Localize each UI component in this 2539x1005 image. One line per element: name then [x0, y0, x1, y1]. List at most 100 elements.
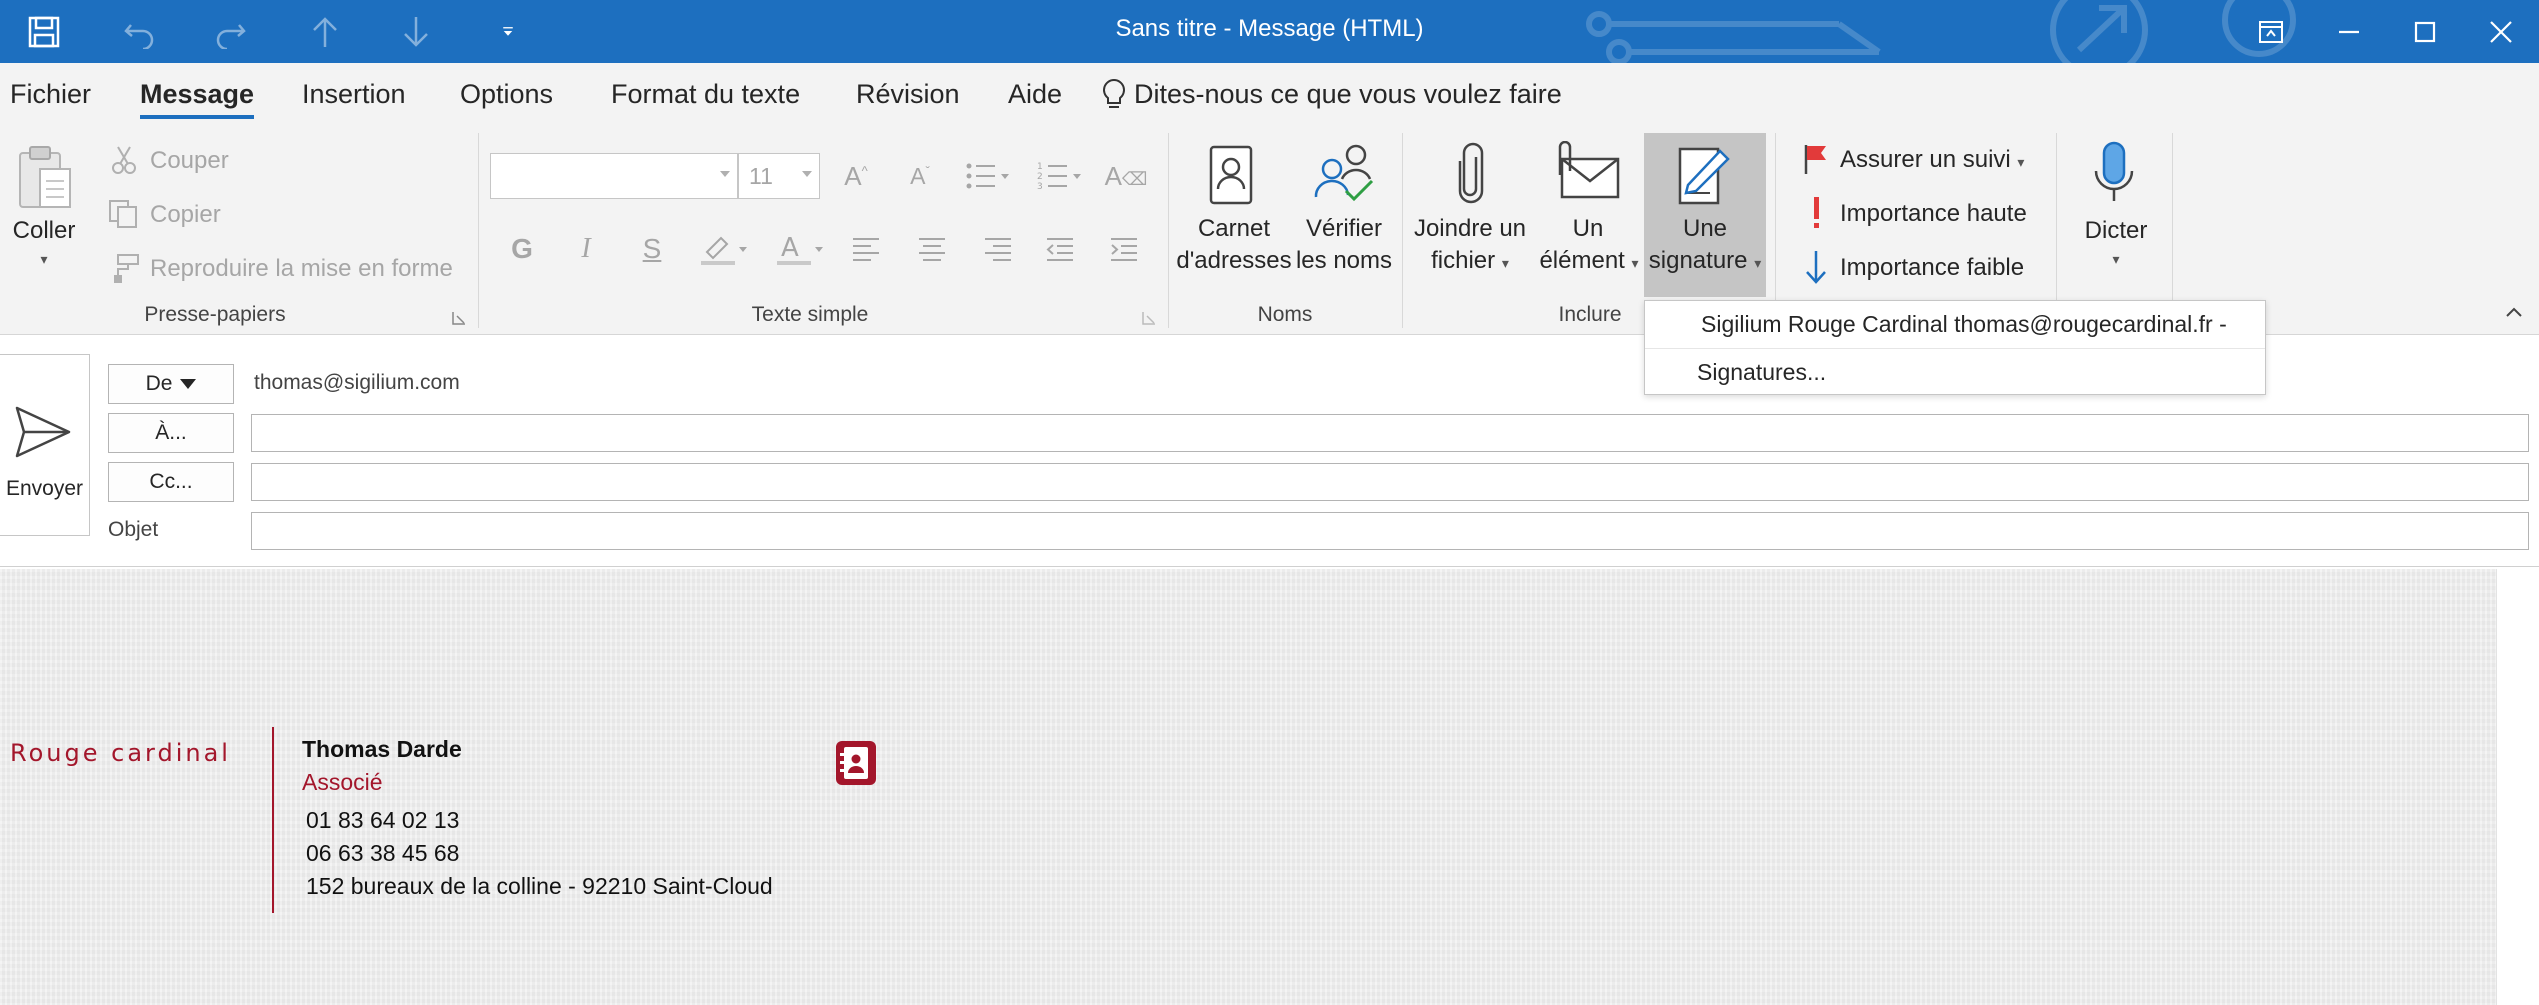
underline-button[interactable]: S [632, 229, 672, 269]
bold-button[interactable]: G [502, 229, 542, 269]
tab-fichier[interactable]: Fichier [10, 63, 91, 125]
envelope-icon [1550, 141, 1622, 203]
signature-phone-2: 06 63 38 45 68 [306, 840, 460, 866]
message-body[interactable]: Rouge cardinal Thomas Darde Associé 01 8… [0, 566, 2539, 1005]
dropdown-triangle-icon [180, 379, 197, 390]
close-button[interactable] [2462, 0, 2539, 63]
attach-file-label-2: fichier ▾ [1431, 247, 1509, 274]
vcard-icon[interactable] [836, 741, 876, 785]
dictate-label: Dicter [2084, 217, 2148, 244]
address-book-icon [1207, 143, 1257, 207]
clipboard-icon [19, 146, 71, 208]
vertical-scrollbar[interactable] [2496, 569, 2539, 1005]
cc-button[interactable]: Cc... [108, 462, 234, 502]
decrease-indent-icon [1046, 238, 1073, 261]
grow-font-icon: A^ [844, 160, 868, 191]
tab-options[interactable]: Options [460, 63, 553, 125]
italic-button[interactable]: I [566, 229, 606, 269]
scissors-icon [110, 145, 138, 175]
send-label: Envoyer [5, 477, 84, 500]
increase-indent-icon [1111, 238, 1137, 261]
svg-text:3: 3 [1037, 182, 1043, 192]
copy-button[interactable]: Copier [150, 201, 221, 229]
shrink-font-icon: Aˇ [910, 162, 930, 189]
bullets-button[interactable] [960, 156, 1016, 196]
paste-button[interactable] [14, 143, 76, 213]
address-book-label-1: Carnet [1197, 215, 1271, 242]
numbering-button[interactable]: 123 [1032, 156, 1088, 196]
chevron-down-icon [802, 171, 812, 177]
title-bar: Sans titre - Message (HTML) [0, 0, 2539, 63]
exclamation-icon [1806, 195, 1826, 231]
minimize-icon [2339, 30, 2359, 33]
font-size-value: 11 [749, 163, 773, 189]
shrink-font-button[interactable]: Aˇ [900, 156, 940, 196]
group-separator [1402, 133, 1403, 328]
arrow-down-icon [1804, 249, 1828, 285]
tab-insertion[interactable]: Insertion [302, 63, 406, 125]
numbered-list-icon: 123 [1037, 162, 1081, 192]
tell-me-text: Dites-nous ce que vous voulez faire [1134, 78, 1562, 109]
minimize-button[interactable] [2310, 0, 2388, 63]
dialog-launcher-icon[interactable] [1142, 311, 1156, 325]
cut-button[interactable]: Couper [150, 147, 229, 175]
dictate-dropdown-caret[interactable]: ▾ [2066, 251, 2166, 268]
maximize-button[interactable] [2386, 0, 2464, 63]
font-color-icon: A [777, 233, 823, 265]
paste-dropdown-caret[interactable]: ▾ [0, 251, 88, 268]
ribbon-tabs: Fichier Message Insertion Options Format… [0, 63, 2539, 125]
tab-message[interactable]: Message [140, 63, 255, 125]
format-painter-button[interactable]: Reproduire la mise en forme [150, 255, 453, 283]
group-separator [478, 133, 479, 328]
subject-label: Objet [108, 518, 159, 541]
low-importance-label: Importance faible [1840, 254, 2025, 281]
signature-phone-1: 01 83 64 02 13 [306, 807, 460, 833]
font-name-combo[interactable] [490, 153, 738, 199]
svg-text:2: 2 [1037, 172, 1043, 182]
tab-aide[interactable]: Aide [1008, 63, 1062, 125]
clear-formatting-button[interactable]: A⌫ [1105, 156, 1148, 196]
tab-format-text[interactable]: Format du texte [611, 63, 800, 125]
group-separator [1168, 133, 1169, 328]
ribbon-display-options-button[interactable] [2232, 0, 2310, 63]
window-title: Sans titre - Message (HTML) [1115, 15, 1424, 42]
align-right-icon [985, 238, 1011, 261]
align-center-button[interactable] [912, 229, 952, 269]
grow-font-button[interactable]: A^ [836, 156, 876, 196]
to-button[interactable]: À... [108, 413, 234, 453]
signature-button[interactable]: Une signature ▾ [1644, 133, 1766, 297]
increase-indent-button[interactable] [1104, 229, 1144, 269]
follow-up-label: Assurer un suivi ▾ [1840, 146, 2025, 173]
send-button[interactable]: Envoyer [0, 354, 90, 536]
address-book-label-2: d'adresses [1176, 247, 1292, 274]
menu-item-signature-sigilium[interactable]: Sigilium Rouge Cardinal thomas@rougecard… [1645, 301, 2265, 347]
dialog-launcher-icon[interactable] [452, 311, 466, 325]
send-icon [15, 406, 71, 458]
tell-me-search[interactable]: Dites-nous ce que vous voulez faire [1100, 63, 1562, 125]
to-field[interactable] [251, 414, 2529, 452]
align-left-button[interactable] [846, 229, 886, 269]
signature-name: Thomas Darde [302, 736, 462, 762]
align-right-button[interactable] [978, 229, 1018, 269]
font-color-button[interactable]: A [770, 229, 830, 269]
from-button[interactable]: De [108, 364, 234, 404]
group-separator [2172, 133, 2173, 328]
group-label-include: Inclure [1558, 303, 1622, 326]
maximize-icon [2414, 21, 2436, 42]
format-painter-icon [108, 252, 140, 284]
signature-address: 152 bureaux de la colline - 92210 Saint-… [306, 873, 773, 899]
tab-revision[interactable]: Révision [856, 63, 960, 125]
font-size-combo[interactable]: 11 [738, 153, 820, 199]
decrease-indent-button[interactable] [1040, 229, 1080, 269]
highlight-button[interactable] [694, 229, 754, 269]
paperclip-icon [1450, 141, 1492, 207]
group-label-basic-text: Texte simple [751, 303, 869, 326]
menu-item-signatures[interactable]: Signatures... [1645, 349, 2265, 395]
paste-label: Coller [12, 217, 76, 244]
close-icon [2490, 20, 2512, 43]
cc-field[interactable] [251, 463, 2529, 501]
align-center-icon [919, 238, 945, 261]
check-names-label-2: les noms [1295, 247, 1393, 274]
collapse-ribbon-icon[interactable] [2503, 301, 2525, 323]
subject-field[interactable] [251, 512, 2529, 550]
